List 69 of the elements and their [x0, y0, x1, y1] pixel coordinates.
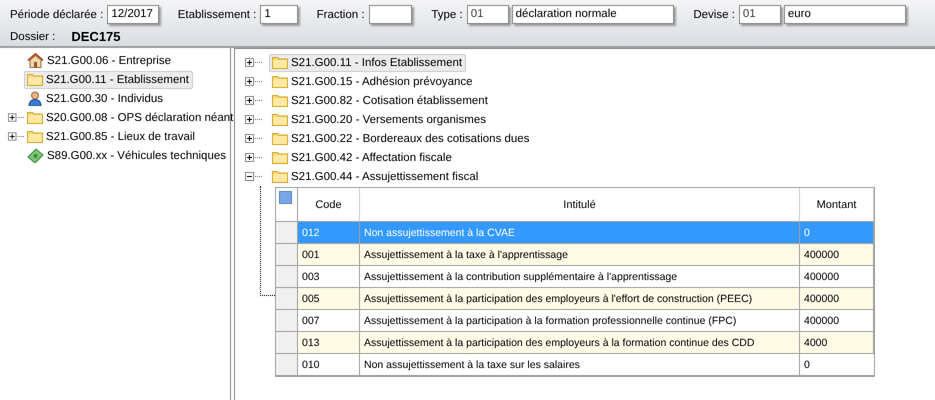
table-cell: Assujettissement à la participation à la formation professionnelle continue (FPC): [360, 310, 800, 332]
expand-icon[interactable]: [245, 134, 262, 143]
expand-icon[interactable]: [245, 58, 262, 67]
dossier-value: DEC175: [71, 29, 121, 44]
table-cell: 001: [298, 244, 360, 266]
table-cell: 010: [298, 354, 360, 376]
code-field[interactable]: 01: [466, 5, 509, 24]
table-cell: 400000: [800, 244, 874, 266]
folder-icon: [27, 111, 43, 124]
expand-icon[interactable]: [8, 113, 24, 122]
expand-icon[interactable]: [245, 153, 262, 162]
code-field[interactable]: 01: [738, 5, 781, 24]
table-cell: 007: [298, 310, 360, 332]
house-icon: [27, 53, 44, 68]
folder-icon: [272, 170, 288, 183]
folder-icon: [27, 130, 43, 143]
table-cell: 4000: [800, 332, 874, 354]
table-cell: Assujettissement à la participation des employeurs à la formation continue des CDD: [360, 332, 800, 354]
field-label: Fraction :: [316, 8, 365, 20]
expand-icon[interactable]: [245, 115, 262, 124]
table-cell: 400000: [800, 266, 874, 288]
tree-item[interactable]: S21.G00.20 - Versements organismes: [269, 110, 490, 128]
person-icon: [27, 91, 43, 106]
table-cell: 003: [298, 266, 360, 288]
field-label: Etablissement :: [178, 8, 256, 20]
tree-item[interactable]: S21.G00.06 - Entreprise: [24, 52, 176, 70]
folder-icon: [272, 75, 288, 88]
tree-item[interactable]: S21.G00.30 - Individus: [24, 90, 167, 108]
tree-item[interactable]: S20.G00.08 - OPS déclaration néant: [24, 108, 238, 126]
folder-icon: [27, 73, 43, 86]
tree-item[interactable]: S21.G00.22 - Bordereaux des cotisations dues: [269, 130, 534, 148]
tree-item[interactable]: S21.G00.42 - Affectation fiscale: [269, 148, 456, 166]
tree-item[interactable]: S21.G00.85 - Lieux de travail: [24, 128, 199, 146]
table-cell: Assujettissement à la participation des employeurs à l'effort de construction (PEEC): [360, 288, 800, 310]
banknote-icon: [27, 148, 44, 163]
tree-item[interactable]: S21.G00.11 - Etablissement: [24, 70, 193, 88]
folder-icon: [272, 151, 288, 164]
expand-icon[interactable]: [8, 132, 24, 141]
table-cell: 400000: [800, 288, 874, 310]
field-label: Type :: [431, 8, 463, 20]
table-cell: Assujettissement à la taxe à l'apprentissage: [360, 244, 800, 266]
table-cell: Non assujettissement à la taxe sur les salaires: [360, 354, 800, 376]
tree-item[interactable]: S21.G00.82 - Cotisation établissement: [269, 92, 492, 110]
field-label: Période déclarée :: [10, 8, 104, 20]
description-field[interactable]: euro: [784, 5, 906, 24]
folder-icon: [272, 94, 288, 107]
collapse-icon[interactable]: [245, 172, 262, 181]
table-cell: 400000: [800, 310, 874, 332]
tree-item[interactable]: S21.G00.44 - Assujettissement fiscal: [269, 168, 482, 186]
folder-icon: [272, 113, 288, 126]
folder-icon: [272, 56, 288, 69]
table-cell: 012: [298, 222, 360, 244]
description-field[interactable]: déclaration normale: [512, 5, 674, 24]
table-cell: Non assujettissement à la CVAE: [360, 222, 800, 244]
table-cell: 005: [298, 288, 360, 310]
expand-icon[interactable]: [245, 77, 262, 86]
table-cell: 013: [298, 332, 360, 354]
tree-item[interactable]: S89.G00.xx - Véhicules techniques: [24, 146, 230, 164]
table-cell: 0: [800, 222, 874, 244]
input-field[interactable]: [368, 5, 412, 24]
tree-item[interactable]: S21.G00.15 - Adhésion prévoyance: [269, 72, 477, 90]
table-cell: Assujettissement à la contribution supplémentaire à l'apprentissage: [360, 266, 800, 288]
input-field[interactable]: 1: [260, 5, 298, 24]
dossier-label: Dossier :: [10, 30, 56, 42]
input-field[interactable]: 12/2017: [107, 5, 159, 24]
expand-icon[interactable]: [245, 96, 262, 105]
tree-item[interactable]: S21.G00.11 - Infos Etablissement: [269, 54, 466, 72]
folder-icon: [272, 132, 288, 145]
field-label: Devise :: [693, 8, 735, 20]
